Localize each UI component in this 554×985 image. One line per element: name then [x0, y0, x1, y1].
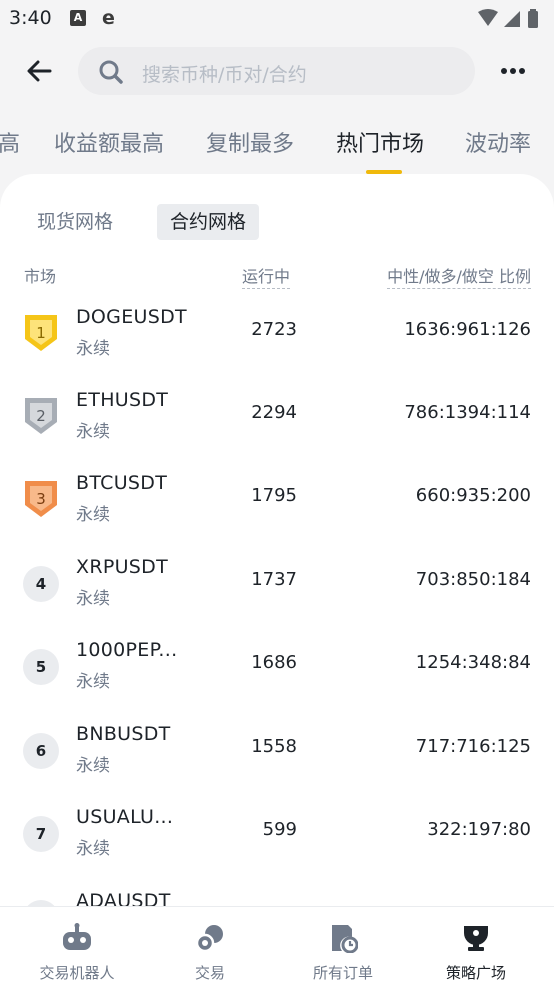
status-time: 3:40	[9, 7, 52, 29]
nav-trade[interactable]: 交易	[141, 907, 279, 985]
column-market: 市场	[24, 267, 57, 286]
nav-label: 交易	[194, 964, 225, 982]
position-ratio: 1254:348:84	[415, 652, 531, 673]
nav-label: 策略广场	[445, 964, 506, 982]
nav-all-orders[interactable]: 所有订单	[274, 907, 412, 985]
running-count: 599	[262, 819, 297, 840]
svg-text:1: 1	[36, 324, 46, 342]
orders-icon	[332, 925, 358, 953]
nav-trading-bots[interactable]: 交易机器人	[8, 907, 146, 985]
position-ratio: 1636:961:126	[404, 319, 531, 340]
symbol-name: DOGEUSDT	[76, 306, 187, 328]
table-row[interactable]: 6 BNBUSDT 永续 1558 717:716:125	[0, 719, 554, 802]
position-ratio: 660:935:200	[415, 485, 531, 506]
tab-spot-grid[interactable]: 现货网格	[24, 204, 126, 240]
more-options-button[interactable]	[496, 60, 530, 82]
contract-type: 永续	[76, 672, 110, 692]
robot-icon	[63, 923, 91, 950]
position-ratio: 786:1394:114	[404, 402, 531, 423]
nav-label: 交易机器人	[39, 964, 115, 982]
running-count: 1737	[251, 569, 297, 590]
position-ratio: 717:716:125	[415, 736, 531, 757]
rank-number: 7	[23, 816, 59, 852]
contract-type: 永续	[76, 339, 110, 359]
symbol-name: USUALU...	[76, 806, 174, 828]
back-button[interactable]	[22, 54, 56, 88]
table-row[interactable]: 4 XRPUSDT 永续 1737 703:850:184	[0, 552, 554, 635]
running-count: 2723	[251, 319, 297, 340]
symbol-name: BTCUSDT	[76, 472, 168, 494]
bottom-navigation: 交易机器人 交易 所有订单 策略广场	[0, 906, 554, 985]
silver-medal-icon: 2	[25, 398, 57, 434]
tab-hot-markets[interactable]: 热门市场	[336, 126, 424, 158]
bronze-medal-icon: 3	[25, 481, 57, 517]
position-ratio: 322:197:80	[427, 819, 531, 840]
position-ratio: 703:850:184	[415, 569, 531, 590]
svg-text:2: 2	[36, 407, 46, 425]
tab-volatility[interactable]: 波动率	[465, 126, 531, 158]
column-ratio[interactable]: 中性/做多/做空 比例	[387, 263, 531, 289]
contract-type: 永续	[76, 756, 110, 776]
contract-type: 永续	[76, 589, 110, 609]
tab-top-earnings[interactable]: 收益额最高	[54, 126, 164, 158]
table-row[interactable]: 1 DOGEUSDT 永续 2723 1636:961:126	[0, 302, 554, 385]
signal-icons	[478, 9, 538, 28]
nav-label: 所有订单	[312, 964, 373, 982]
trade-icon	[195, 925, 223, 953]
symbol-name: XRPUSDT	[76, 556, 168, 578]
tab-highest[interactable]: 高	[0, 126, 20, 158]
contract-type: 永续	[76, 422, 110, 442]
table-row[interactable]: 2 ETHUSDT 永续 2294 786:1394:114	[0, 385, 554, 468]
back-arrow-icon	[27, 60, 52, 82]
category-tabs: 高 收益额最高 复制最多 热门市场 波动率	[0, 118, 554, 174]
search-input[interactable]: 搜索币种/币对/合约	[78, 47, 475, 95]
running-count: 1558	[251, 736, 297, 757]
table-row[interactable]: 5 1000PEP... 永续 1686 1254:348:84	[0, 635, 554, 718]
symbol-name: 1000PEP...	[76, 639, 178, 661]
svg-text:3: 3	[36, 490, 46, 508]
more-dots-icon	[501, 68, 525, 74]
status-right	[476, 8, 546, 34]
notification-a-icon: A	[70, 10, 86, 26]
search-placeholder: 搜索币种/币对/合约	[142, 64, 307, 86]
running-count: 1795	[251, 485, 297, 506]
contract-type: 永续	[76, 505, 110, 525]
column-running[interactable]: 运行中	[242, 263, 291, 289]
status-bar: 3:40 A e	[0, 0, 554, 36]
browser-e-icon: e	[102, 7, 115, 29]
search-icon	[98, 59, 124, 89]
symbol-name: ETHUSDT	[76, 389, 169, 411]
running-count: 1686	[251, 652, 297, 673]
tab-most-copied[interactable]: 复制最多	[206, 126, 294, 158]
strategy-list-card: 现货网格 合约网格 市场 运行中 中性/做多/做空 比例 1 DOGEUSDT …	[0, 174, 554, 914]
tab-futures-grid[interactable]: 合约网格	[157, 204, 260, 240]
symbol-name: BNBUSDT	[76, 723, 171, 745]
table-row[interactable]: 7 USUALU... 永续 599 322:197:80	[0, 802, 554, 885]
nav-strategy-square[interactable]: 策略广场	[407, 907, 545, 985]
rank-number: 4	[23, 566, 59, 602]
running-count: 2294	[251, 402, 297, 423]
rank-number: 5	[23, 649, 59, 685]
contract-type: 永续	[76, 839, 110, 859]
table-row[interactable]: 3 BTCUSDT 永续 1795 660:935:200	[0, 468, 554, 551]
trophy-icon	[464, 926, 488, 951]
rank-number: 6	[23, 733, 59, 769]
gold-medal-icon: 1	[25, 315, 57, 351]
